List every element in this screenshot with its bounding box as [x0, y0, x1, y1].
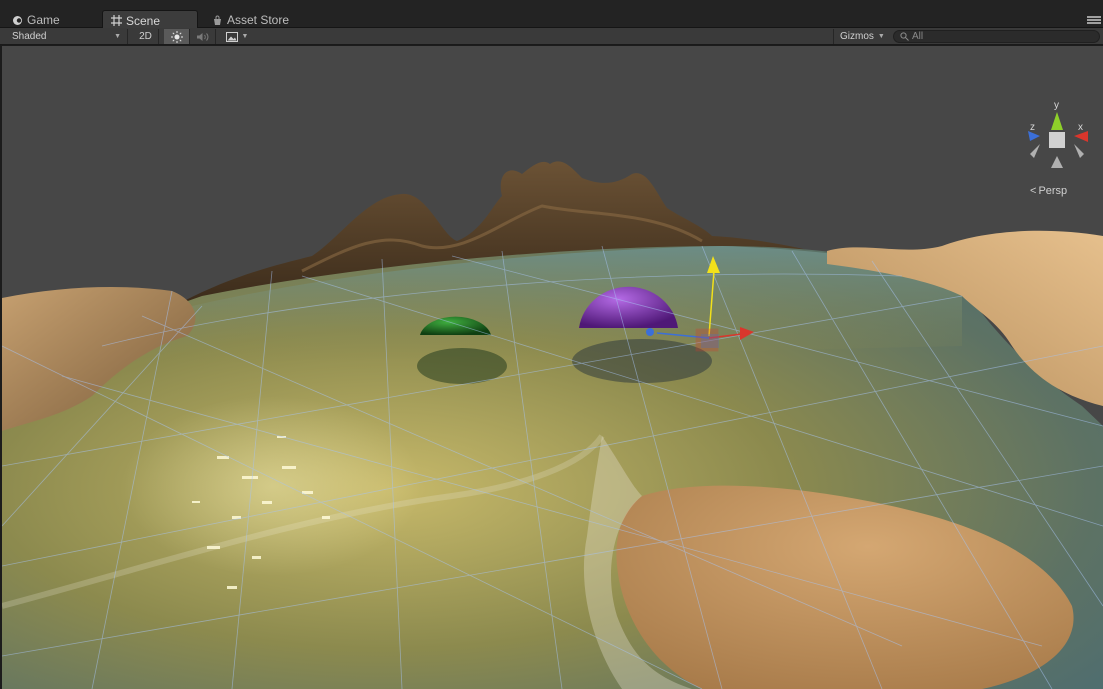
scene-lighting-toggle[interactable] [164, 29, 190, 44]
axis-z-label: z [1030, 122, 1035, 133]
toggle-2d-button[interactable]: 2D [133, 29, 159, 44]
perspective-icon: < [1030, 185, 1037, 197]
scene-audio-toggle[interactable] [190, 29, 216, 44]
scene-grid-icon [111, 15, 122, 26]
chevron-down-icon: ▼ [114, 33, 121, 40]
axis-y-label: y [1054, 100, 1059, 111]
tab-asset-store-label: Asset Store [227, 13, 290, 27]
speaker-icon [196, 32, 208, 41]
hierarchy-search-input[interactable]: All [893, 30, 1100, 43]
editor-tab-bar: Game Scene Asset Store [0, 0, 1103, 28]
search-icon [900, 32, 909, 41]
gizmos-dropdown[interactable]: Gizmos ▼ [833, 29, 889, 44]
tab-game[interactable]: Game [4, 10, 68, 28]
scene-render [2, 161, 1103, 689]
scene-effects-dropdown[interactable]: ▼ [220, 29, 254, 44]
tab-asset-store[interactable]: Asset Store [204, 10, 297, 28]
scene-toolbar: Shaded ▼ 2D ▼ Gizmos ▼ All [0, 28, 1103, 45]
scene-viewport[interactable]: y x z < Persp [2, 46, 1103, 689]
scene-orientation-gizmo[interactable]: y x z [1022, 96, 1092, 176]
projection-toggle[interactable]: < Persp [1030, 185, 1067, 197]
tab-scene-label: Scene [126, 13, 161, 28]
tab-options-menu-icon[interactable] [1087, 16, 1101, 26]
search-placeholder: All [912, 31, 924, 42]
chevron-down-icon: ▼ [241, 33, 249, 40]
toggle-2d-label: 2D [139, 31, 152, 42]
sun-icon [170, 30, 183, 43]
shading-mode-value: Shaded [12, 31, 47, 42]
chevron-down-icon: ▼ [877, 33, 885, 40]
axis-x-label: x [1078, 122, 1083, 133]
tab-game-label: Game [27, 13, 60, 27]
shading-mode-dropdown[interactable]: Shaded ▼ [6, 29, 128, 44]
gizmos-label: Gizmos [840, 31, 874, 42]
tab-scene[interactable]: Scene [102, 10, 198, 28]
asset-store-icon [214, 15, 221, 25]
game-controller-icon [13, 15, 22, 25]
axis-gizmo-icon: y x z [1028, 100, 1088, 168]
projection-label: Persp [1038, 185, 1068, 197]
image-effects-icon [225, 31, 238, 42]
